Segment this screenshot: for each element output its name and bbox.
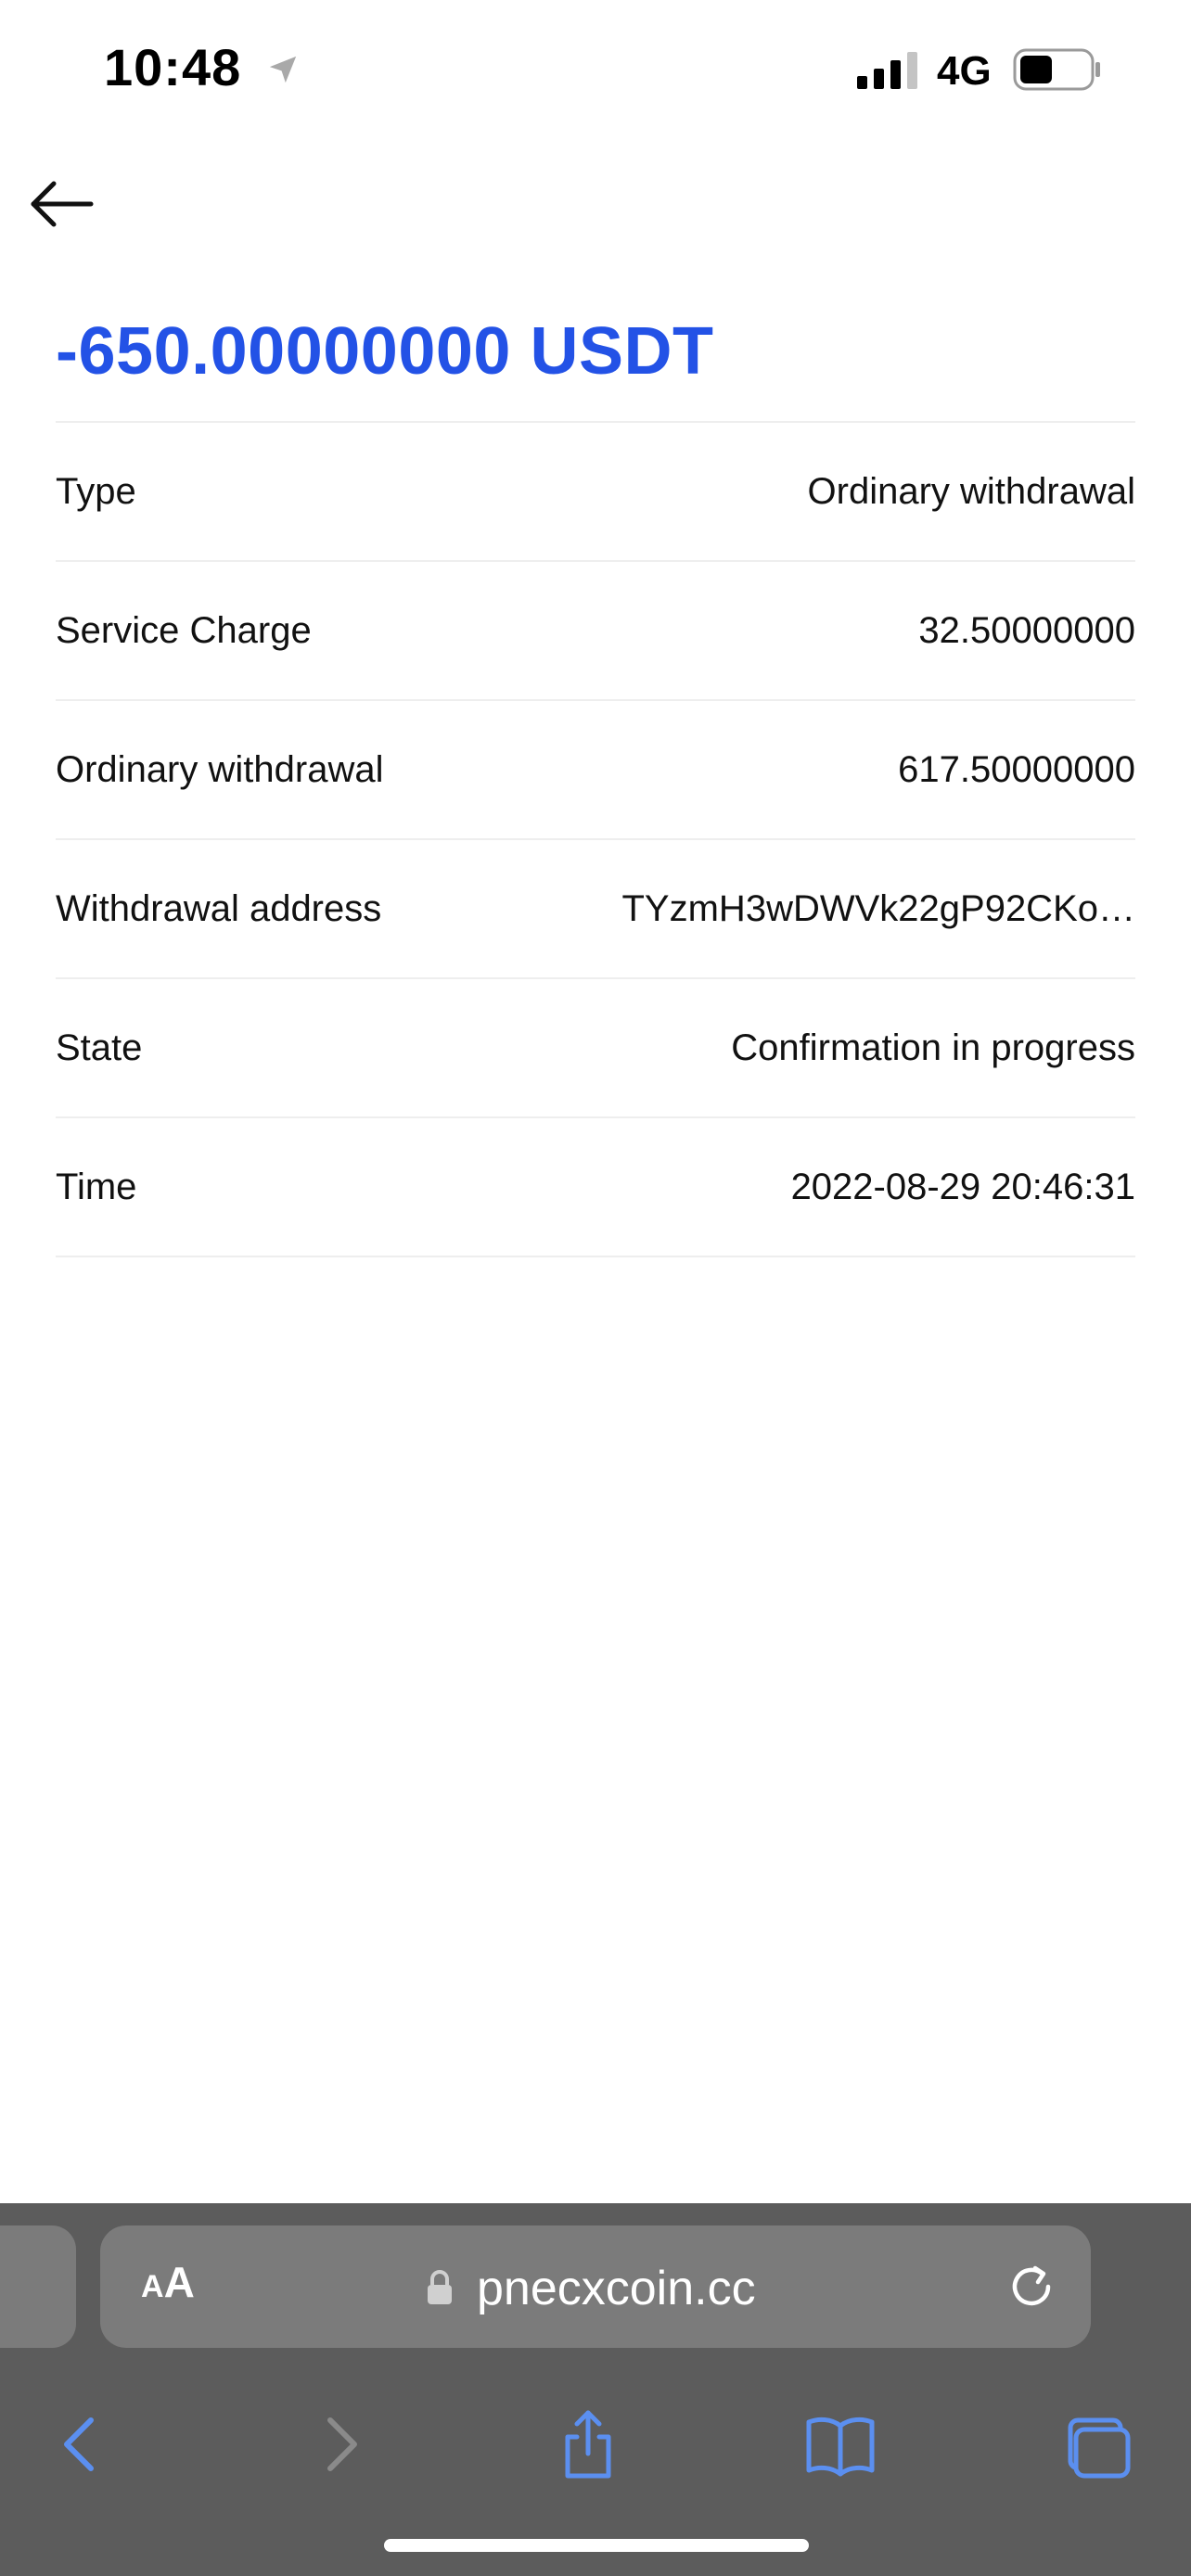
detail-label: Type [56, 470, 136, 512]
home-indicator [384, 2539, 809, 2552]
lock-icon [428, 2270, 452, 2304]
status-time: 10:48 [104, 38, 242, 96]
chevron-left-icon [64, 2417, 94, 2471]
reader-options-button[interactable]: AA [141, 2261, 195, 2303]
detail-row-withdrawal-address: Withdrawal address TYzmH3wDWVk22gP92CKo… [56, 840, 1135, 979]
share-button[interactable] [551, 2407, 625, 2481]
arrow-left-icon [31, 181, 94, 227]
transaction-amount: -650.00000000 USDT [56, 314, 714, 389]
address-bar[interactable]: AA pnecxcoin.cc [100, 2225, 1091, 2348]
signal-icon [857, 52, 917, 89]
screen: 10:48 4G -650.00000000 USDT Type Ordinar… [0, 0, 1191, 2576]
detail-value: Ordinary withdrawal [807, 470, 1135, 512]
aa-big-glyph: A [163, 2258, 195, 2306]
detail-row-ordinary-withdrawal: Ordinary withdrawal 617.50000000 [56, 701, 1135, 840]
browser-toolbar: AA pnecxcoin.cc [0, 2203, 1191, 2576]
detail-row-type: Type Ordinary withdrawal [56, 423, 1135, 562]
tabs-button[interactable] [1059, 2407, 1133, 2481]
chevron-right-icon [327, 2417, 357, 2471]
url-text: pnecxcoin.cc [477, 2262, 756, 2315]
detail-label: Service Charge [56, 609, 312, 651]
detail-label: Ordinary withdrawal [56, 748, 384, 790]
aa-small-glyph: A [141, 2269, 164, 2304]
detail-row-time: Time 2022-08-29 20:46:31 [56, 1118, 1135, 1257]
detail-row-state: State Confirmation in progress [56, 979, 1135, 1118]
detail-row-service-charge: Service Charge 32.50000000 [56, 562, 1135, 701]
tabs-icon [1068, 2417, 1131, 2479]
book-icon [806, 2417, 875, 2477]
detail-value: Confirmation in progress [731, 1027, 1135, 1068]
back-nav-button[interactable] [45, 2407, 119, 2481]
detail-value: 617.50000000 [898, 748, 1135, 790]
back-button[interactable] [26, 176, 96, 232]
status-bar: 10:48 4G [0, 0, 1191, 139]
transaction-details: Type Ordinary withdrawal Service Charge … [56, 421, 1135, 1257]
battery-icon [1013, 48, 1100, 91]
reload-icon[interactable] [1005, 2261, 1057, 2313]
location-arrow-icon [269, 56, 297, 83]
withdrawal-address-value[interactable]: TYzmH3wDWVk22gP92CKo… [622, 888, 1136, 930]
detail-value: 32.50000000 [918, 609, 1135, 651]
forward-nav-button[interactable] [302, 2407, 377, 2481]
detail-label: State [56, 1027, 143, 1068]
detail-label: Withdrawal address [56, 887, 382, 929]
detail-label: Time [56, 1166, 137, 1207]
bookmarks-button[interactable] [803, 2407, 877, 2481]
detail-value: 2022-08-29 20:46:31 [790, 1166, 1135, 1207]
network-label: 4G [937, 48, 992, 94]
previous-tab-preview[interactable] [0, 2225, 76, 2348]
share-icon [565, 2410, 611, 2479]
